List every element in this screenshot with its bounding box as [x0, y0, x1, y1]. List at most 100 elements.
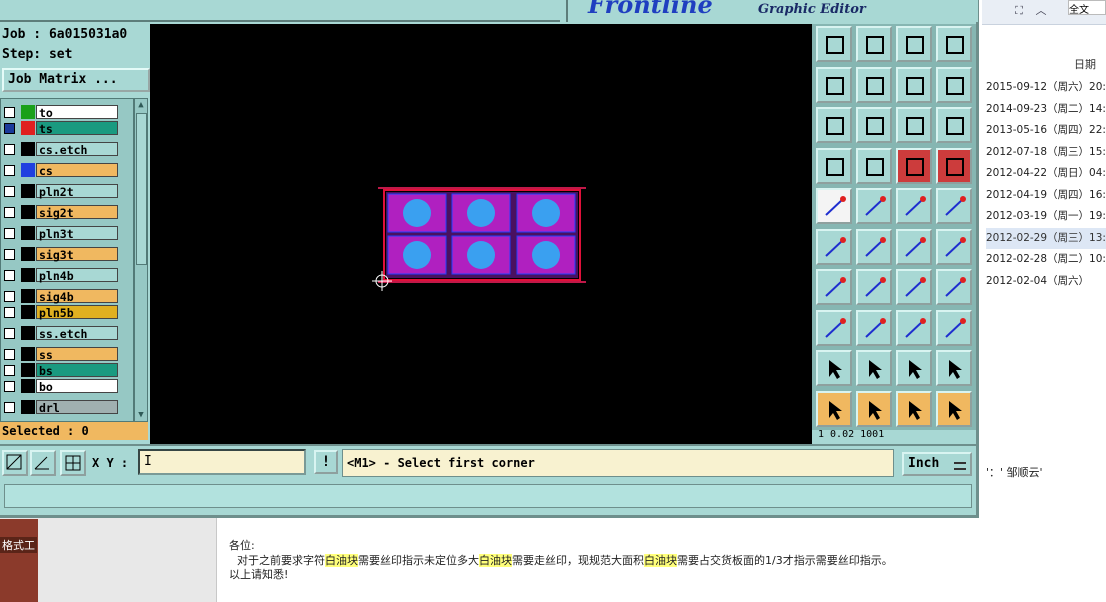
layer-color-swatch[interactable] [21, 268, 35, 282]
background-list-row[interactable]: 2012-04-22（周日）04: [986, 163, 1106, 184]
layer-row-to[interactable]: to [3, 105, 119, 120]
layer-color-swatch[interactable] [21, 226, 35, 240]
pad-button[interactable] [936, 188, 972, 224]
layer-checkbox[interactable] [4, 381, 15, 392]
save-button[interactable] [856, 26, 892, 62]
triangle-4-button[interactable] [936, 350, 972, 386]
layer-row-bo[interactable]: bo [3, 379, 119, 394]
connect-button[interactable] [816, 228, 852, 265]
snap-button[interactable] [936, 66, 972, 103]
triangle-1-button[interactable] [816, 350, 852, 386]
layer-checkbox[interactable] [4, 165, 15, 176]
layer-name[interactable]: sig3t [36, 247, 118, 262]
layer-checkbox[interactable] [4, 144, 15, 155]
undo-button[interactable] [816, 66, 852, 103]
layer-row-cs-etch[interactable]: cs.etch [3, 142, 119, 157]
triangle-3-button[interactable] [896, 350, 932, 386]
filter-button[interactable] [936, 147, 972, 184]
layer-name[interactable]: pln3t [36, 226, 118, 241]
cross-button[interactable] [856, 228, 892, 265]
resize-button[interactable] [816, 309, 852, 346]
move-button[interactable] [896, 228, 932, 265]
background-list-row[interactable]: 2012-03-19（周一）19: [986, 206, 1106, 227]
scroll-down-icon[interactable]: ▼ [136, 410, 146, 420]
layer-color-swatch[interactable] [21, 247, 35, 261]
layer-name[interactable]: cs.etch [36, 142, 118, 157]
layer-color-swatch[interactable] [21, 347, 35, 361]
layer-row-sig2t[interactable]: sig2t [3, 205, 119, 220]
xy-coordinate-input[interactable]: I [138, 449, 306, 475]
exclamation-button[interactable]: ! [314, 450, 338, 474]
layer-checkbox[interactable] [4, 249, 15, 260]
background-list-row[interactable]: 2012-02-29（周三）13: [986, 227, 1106, 249]
layer-checkbox[interactable] [4, 186, 15, 197]
pointer-3-button[interactable] [896, 390, 932, 427]
polygon-button[interactable] [856, 188, 892, 224]
pointer-1-button[interactable] [816, 390, 852, 427]
date-column-header[interactable]: 日期 [1074, 56, 1096, 72]
fit-button[interactable] [816, 107, 852, 143]
layer-checkbox[interactable] [4, 291, 15, 302]
layer-color-swatch[interactable] [21, 184, 35, 198]
zoom-area-button[interactable] [2, 450, 28, 476]
layer-name[interactable]: drl [36, 400, 118, 415]
back-button[interactable] [896, 66, 932, 103]
layer-checkbox[interactable] [4, 349, 15, 360]
background-list-row[interactable]: 2014-09-23（周二）14: [986, 99, 1106, 120]
text-button[interactable] [936, 269, 972, 305]
layer-name[interactable]: pln2t [36, 184, 118, 199]
layer-name[interactable]: sig2t [36, 205, 118, 220]
layer-props-button[interactable] [816, 147, 852, 184]
layer-row-sig4b[interactable]: sig4b [3, 289, 119, 304]
grid-view-button[interactable] [856, 147, 892, 184]
command-input[interactable] [4, 484, 972, 508]
shape-button[interactable] [936, 309, 972, 346]
layer-row-drl[interactable]: drl [3, 400, 119, 415]
expand-icon[interactable]: ⛶ [1012, 4, 1026, 18]
layer-row-bs[interactable]: bs [3, 363, 119, 378]
redo-button[interactable] [856, 66, 892, 103]
scroll-up-icon[interactable]: ▲ [136, 100, 146, 110]
layer-checkbox[interactable] [4, 402, 15, 413]
background-list-row[interactable]: 2012-07-18（周三）15: [986, 142, 1106, 163]
background-list-row[interactable]: 2012-02-04（周六） [986, 271, 1106, 292]
layer-checkbox[interactable] [4, 207, 15, 218]
layer-checkbox[interactable] [4, 228, 15, 239]
layer-row-ss[interactable]: ss [3, 347, 119, 362]
layer-name[interactable]: cs [36, 163, 118, 178]
layer-checkbox[interactable] [4, 365, 15, 376]
open-button[interactable] [816, 26, 852, 62]
scale-button[interactable] [896, 309, 932, 346]
pointer-2-button[interactable] [856, 390, 892, 427]
layer-name[interactable]: bo [36, 379, 118, 394]
background-search-field[interactable]: 全文 [1068, 0, 1106, 15]
layer-color-swatch[interactable] [21, 305, 35, 319]
layer-name[interactable]: sig4b [36, 289, 118, 304]
job-matrix-button[interactable]: Job Matrix ... [2, 68, 150, 92]
layer-color-swatch[interactable] [21, 379, 35, 393]
chevron-up-icon[interactable]: ︿ [1034, 4, 1048, 18]
layer-color-swatch[interactable] [21, 163, 35, 177]
zoom-1-2-button[interactable] [896, 107, 932, 143]
layer-name[interactable]: ts [36, 121, 118, 136]
layer-checkbox[interactable] [4, 107, 15, 118]
measure-button[interactable] [30, 450, 56, 476]
layer-row-ss-etch[interactable]: ss.etch [3, 326, 119, 341]
layer-name[interactable]: ss [36, 347, 118, 362]
layer-color-swatch[interactable] [21, 289, 35, 303]
triangle-2-button[interactable] [856, 350, 892, 386]
layer-name[interactable]: bs [36, 363, 118, 378]
line-button[interactable] [816, 269, 852, 305]
layer-color-swatch[interactable] [21, 142, 35, 156]
home-button[interactable] [896, 26, 932, 62]
grid-button[interactable] [60, 450, 86, 476]
layer-color-swatch[interactable] [21, 363, 35, 377]
help-button[interactable] [936, 107, 972, 143]
layer-scrollbar[interactable]: ▲ ▼ [134, 98, 148, 422]
layer-color-swatch[interactable] [21, 326, 35, 340]
background-list-row[interactable]: 2015-09-12（周六）20: [986, 77, 1106, 98]
layer-name[interactable]: pln4b [36, 268, 118, 283]
layer-color-swatch[interactable] [21, 121, 35, 135]
layer-name[interactable]: pln5b [36, 305, 118, 320]
layer-row-ts[interactable]: ts [3, 121, 119, 136]
